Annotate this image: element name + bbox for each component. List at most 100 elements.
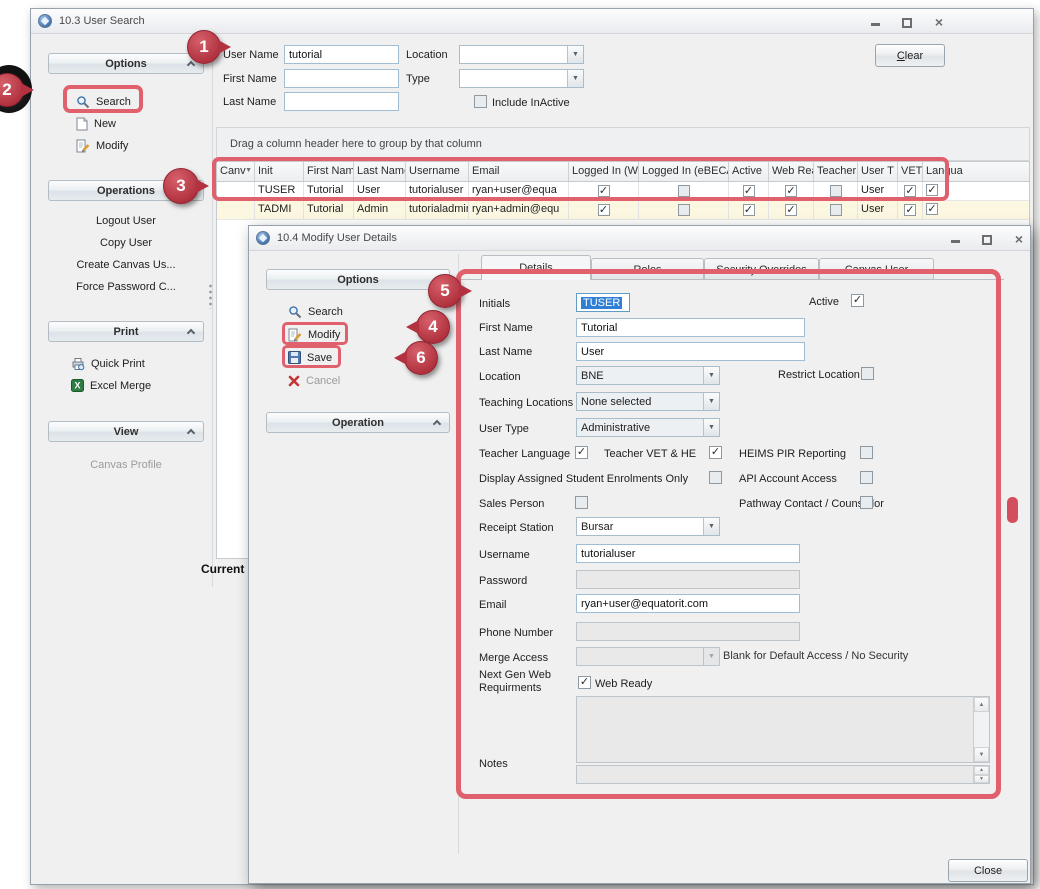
column-header-language[interactable]: Langua (923, 162, 1030, 181)
modify-user-titlebar[interactable]: 10.4 Modify User Details (249, 226, 1030, 251)
user-name-input[interactable] (284, 45, 399, 64)
chevron-down-icon[interactable]: ▼ (567, 46, 583, 63)
first-name-input[interactable] (576, 318, 805, 337)
app-logo-icon (256, 231, 270, 245)
first-name-input[interactable] (284, 69, 399, 88)
sales-person-checkbox[interactable] (575, 496, 588, 509)
maximize-button[interactable] (899, 15, 915, 29)
initials-input[interactable]: TUSER (576, 293, 630, 312)
callout-arrow-icon (394, 351, 407, 365)
column-header-teacher[interactable]: Teacher (814, 162, 858, 181)
teacher-vet-he-checkbox[interactable]: ✓ (709, 446, 722, 459)
splitter-handle[interactable] (455, 544, 460, 570)
sidebar-item-modify[interactable]: Modify (76, 137, 128, 154)
api-account-access-checkbox[interactable] (860, 471, 873, 484)
view-panel-header[interactable]: View (48, 421, 204, 442)
restrict-location-checkbox[interactable] (861, 367, 874, 380)
column-header-active[interactable]: Active (729, 162, 769, 181)
operation-panel-header[interactable]: Operation (266, 412, 450, 433)
clear-button[interactable]: Clear (875, 44, 945, 67)
minimize-button[interactable] (867, 15, 883, 29)
user-row-tadmi[interactable]: TADMI Tutorial Admin tutorialadmin ryan+… (217, 201, 1029, 220)
tab-security-overrides[interactable]: Security Overrides (704, 258, 819, 280)
column-header-init[interactable]: Init (255, 162, 304, 181)
last-name-input[interactable] (576, 342, 805, 361)
close-button[interactable]: × (1011, 232, 1027, 246)
chevron-down-icon[interactable]: ▼ (703, 393, 719, 410)
chevron-down-icon[interactable]: ▼ (703, 419, 719, 436)
filter-dropdown-icon[interactable]: ▼ (245, 167, 252, 174)
tab-canvas-user[interactable]: Canvas User (819, 258, 934, 280)
pathway-contact-checkbox[interactable] (860, 496, 873, 509)
sidebar-item-save[interactable]: Save (288, 349, 332, 366)
column-header-canvas[interactable]: Canv▼ (217, 162, 255, 181)
print-panel-header[interactable]: Print (48, 321, 204, 342)
callout-arrow-icon (21, 83, 34, 97)
user-type-select[interactable]: Administrative ▼ (576, 418, 720, 437)
display-assigned-checkbox[interactable] (709, 471, 722, 484)
close-button[interactable]: × (931, 15, 947, 29)
column-header-first-name[interactable]: First Nam (304, 162, 354, 181)
scrollbar-track[interactable] (974, 712, 989, 747)
chevron-down-icon[interactable]: ▼ (567, 70, 583, 87)
user-row-tuser[interactable]: TUSER Tutorial User tutorialuser ryan+us… (217, 182, 1029, 201)
collapse-chevron-icon (187, 61, 195, 69)
scroll-down-icon[interactable]: ▼ (974, 747, 989, 762)
username-input[interactable] (576, 544, 800, 563)
spin-down-icon[interactable]: ▼ (974, 775, 989, 784)
chevron-down-icon[interactable]: ▼ (703, 367, 719, 384)
maximize-button[interactable] (979, 232, 995, 246)
last-name-input[interactable] (284, 92, 399, 111)
sidebar-item-copy-user[interactable]: Copy User (48, 234, 204, 251)
search-icon (288, 305, 302, 319)
sidebar-item-force-password-change[interactable]: Force Password C... (48, 278, 204, 295)
sidebar-item-create-canvas-user[interactable]: Create Canvas Us... (48, 256, 204, 273)
teaching-locations-label: Teaching Locations (479, 397, 573, 410)
teacher-language-checkbox[interactable]: ✓ (575, 446, 588, 459)
spin-up-icon[interactable]: ▲ (974, 766, 989, 775)
sidebar-item-quick-print[interactable]: Quick Print (71, 355, 145, 372)
first-name-label: First Name (223, 73, 277, 86)
scroll-up-icon[interactable]: ▲ (974, 697, 989, 712)
email-input[interactable] (576, 594, 800, 613)
options-panel-header[interactable]: Options (48, 53, 204, 74)
include-inactive-checkbox[interactable] (474, 95, 487, 108)
receipt-station-select[interactable]: Bursar ▼ (576, 517, 720, 536)
heims-pir-checkbox[interactable] (860, 446, 873, 459)
notes-spinner[interactable]: ▲ ▼ (973, 766, 989, 783)
column-header-username[interactable]: Username (406, 162, 469, 181)
vertical-scrollbar[interactable]: ▲ ▼ (973, 697, 989, 762)
tab-roles[interactable]: Roles (591, 258, 704, 280)
active-checkbox[interactable]: ✓ (851, 294, 864, 307)
column-header-logged-in-web[interactable]: Logged In (W (569, 162, 639, 181)
column-header-vet[interactable]: VET (898, 162, 923, 181)
sidebar-item-excel-merge[interactable]: X Excel Merge (71, 377, 151, 394)
column-header-last-name[interactable]: Last Name (354, 162, 406, 181)
column-header-email[interactable]: Email (469, 162, 569, 181)
chevron-down-icon[interactable]: ▼ (703, 518, 719, 535)
tab-details[interactable]: Details (481, 255, 591, 280)
teacher-checkbox (830, 185, 842, 197)
splitter-handle[interactable] (208, 283, 213, 309)
window-controls: × (867, 15, 947, 29)
teaching-locations-select[interactable]: None selected ▼ (576, 392, 720, 411)
collapse-chevron-icon (187, 329, 195, 337)
password-label: Password (479, 575, 527, 588)
minimize-button[interactable] (947, 232, 963, 246)
column-header-user-type[interactable]: User T (858, 162, 898, 181)
options-panel-header[interactable]: Options (266, 269, 450, 290)
sidebar-item-modify[interactable]: Modify (288, 326, 340, 343)
sidebar-item-logout-user[interactable]: Logout User (48, 212, 204, 229)
location-select[interactable]: BNE ▼ (576, 366, 720, 385)
sidebar-item-new[interactable]: New (76, 115, 116, 132)
column-header-web-ready[interactable]: Web Rea (769, 162, 814, 181)
logged-in-ebecas-checkbox (678, 185, 690, 197)
sidebar-item-search[interactable]: Search (288, 303, 343, 320)
close-dialog-button[interactable]: Close (948, 859, 1028, 882)
web-ready-checkbox[interactable]: ✓ (578, 676, 591, 689)
type-select[interactable]: ▼ (459, 69, 584, 88)
column-header-logged-in-ebecas[interactable]: Logged In (eBECAS (639, 162, 729, 181)
sidebar-item-search[interactable]: Search (76, 93, 131, 110)
sidebar-item-cancel: Cancel (288, 372, 340, 389)
location-select[interactable]: ▼ (459, 45, 584, 64)
